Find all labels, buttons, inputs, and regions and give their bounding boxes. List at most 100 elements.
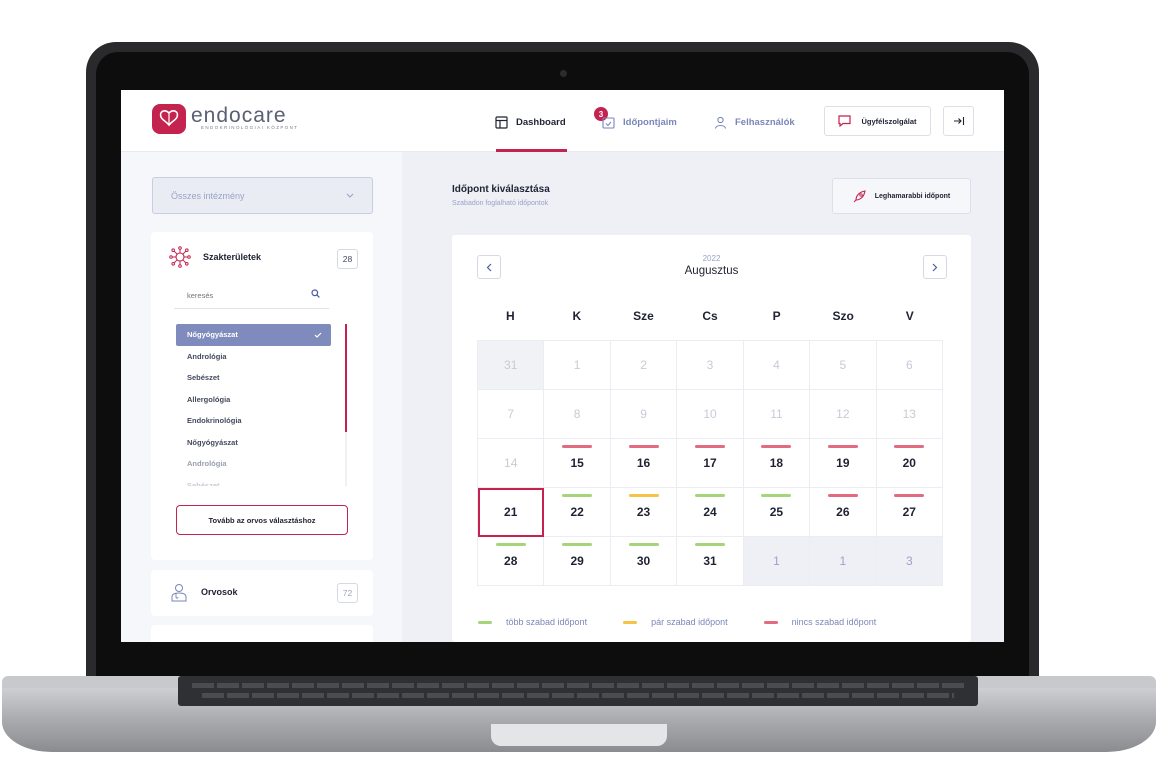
calendar-month: Augusztus [684,265,739,277]
chevron-right-icon [932,263,938,271]
calendar-day: 3 [677,341,744,390]
nav-dashboard[interactable]: Dashboard [495,112,566,132]
nav-appointments[interactable]: Időpontjaim [602,112,677,132]
calendar-day: 1 [810,537,877,586]
calendar-day-number: 31 [703,554,717,568]
availability-indicator [628,445,659,448]
calendar-day-number: 28 [504,554,518,568]
calendar-day[interactable]: 17 [677,439,744,488]
calendar-day-selected[interactable]: 21 [478,488,545,537]
calendar-day[interactable]: 22 [544,488,611,537]
specialty-item[interactable]: Sebészet [176,475,331,486]
weekday-label: Cs [702,309,718,323]
chevron-down-icon [346,193,354,198]
next-month-button[interactable] [923,255,947,279]
doctors-title: Orvosok [201,587,238,597]
availability-indicator [628,494,659,497]
continue-to-doctor-button[interactable]: Tovább az orvos választáshoz [176,505,348,535]
calendar-day[interactable]: 25 [743,488,811,537]
specialty-item[interactable]: Andrológia [176,453,331,475]
calendar-day[interactable]: 27 [876,488,943,537]
institution-select-value: Összes intézmény [171,190,245,201]
specialty-network-icon [169,246,191,268]
nav-users-label: Felhasználók [735,116,795,128]
weekday-label: V [905,309,914,323]
calendar-day[interactable]: 31 [677,537,744,586]
availability-indicator [761,445,792,448]
calendar-day-number: 29 [570,554,584,568]
calendar-day-number: 1 [773,554,780,568]
calendar-day[interactable]: 26 [810,488,877,537]
calendar-day: 13 [876,390,943,439]
earliest-appointment-label: Leghamarabbi időpont [874,192,951,200]
nav-users[interactable]: Felhasználók [714,112,795,132]
earliest-appointment-button[interactable]: Leghamarabbi időpont [832,178,971,214]
calendar-day-number: 1 [573,358,581,372]
nav-dashboard-label: Dashboard [516,116,566,128]
calendar-day-number: 14 [504,456,518,470]
calendar-day-number: 1 [839,554,847,568]
availability-indicator [894,494,925,497]
calendar-day[interactable]: 15 [544,439,611,488]
specialty-scrollbar[interactable] [345,324,347,432]
dashboard-icon [495,115,508,129]
availability-indicator [694,494,725,497]
calendar-day-number: 2 [640,358,647,372]
rocket-icon [853,189,866,202]
availability-indicator [827,445,858,448]
logo-tagline: ENDOKRINOLÓGIAI KÖZPONT [201,125,299,130]
calendar-day: 31 [478,341,545,390]
calendar-check-icon [602,116,615,129]
calendar-grid: 31 1 2 3 4 5 6 7 8 9 10 11 12 13 14 15 16 17 18 19 20 21 22 23 2… [477,340,943,586]
specialty-item[interactable]: Endokrinológia [176,410,331,432]
weekday-label: P [772,309,781,323]
legend-few-label: pár szabad időpont [651,617,728,627]
specialties-panel: Szakterületek 28 Nőgyógyászat Andrológia… [151,232,373,560]
calendar-day: 8 [544,390,611,439]
user-icon [714,116,727,129]
availability-indicator [562,543,593,546]
weekday-header: H K Sze Cs P Szo V [477,309,943,323]
calendar-day[interactable]: 28 [478,537,545,586]
calendar-day-number: 21 [504,505,518,519]
logout-button[interactable] [943,106,974,136]
calendar-day-number: 31 [504,358,518,372]
calendar-day[interactable]: 19 [810,439,877,488]
calendar-day-number: 9 [640,407,647,421]
calendar-day-number: 12 [836,407,850,421]
nav-appointments-label: Időpontjaim [623,116,677,128]
calendar-day[interactable]: 29 [544,537,611,586]
legend-many-swatch [478,620,492,624]
calendar-day[interactable]: 30 [610,537,678,586]
specialty-item[interactable]: Allergológia [176,389,331,411]
specialties-title: Szakterületek [203,252,262,262]
page-title: Időpont kiválasztása [452,184,550,195]
calendar-day[interactable]: 23 [610,488,678,537]
specialty-item[interactable]: Sebészet [176,367,331,389]
specialty-search-input[interactable] [174,282,329,309]
calendar-day[interactable]: 18 [743,439,811,488]
calendar-day-number: 16 [636,456,651,470]
specialty-item[interactable]: Nőgyógyászat [176,432,331,454]
search-icon[interactable] [311,289,320,298]
calendar-day: 4 [743,341,811,390]
calendar-day-number: 30 [636,554,651,568]
availability-legend: több szabad időpont pár szabad időpont n… [478,617,876,627]
logout-icon [953,117,964,125]
availability-indicator [495,543,526,546]
availability-indicator [694,445,725,448]
doctors-panel[interactable]: Orvosok 72 [151,570,373,616]
collapsed-panel[interactable] [151,625,373,642]
laptop-notch [491,724,667,746]
calendar-day[interactable]: 24 [677,488,744,537]
calendar-day[interactable]: 16 [610,439,678,488]
specialty-item-selected[interactable]: Nőgyógyászat [176,324,331,346]
support-button[interactable]: Ügyfélszolgálat [824,106,931,136]
specialty-item[interactable]: Andrológia [176,346,331,368]
calendar-day[interactable]: 20 [876,439,943,488]
institution-select[interactable]: Összes intézmény [152,177,373,214]
calendar-day-number: 4 [773,358,780,372]
legend-few: pár szabad időpont [623,617,728,627]
check-icon [314,332,322,338]
calendar-day: 5 [810,341,877,390]
